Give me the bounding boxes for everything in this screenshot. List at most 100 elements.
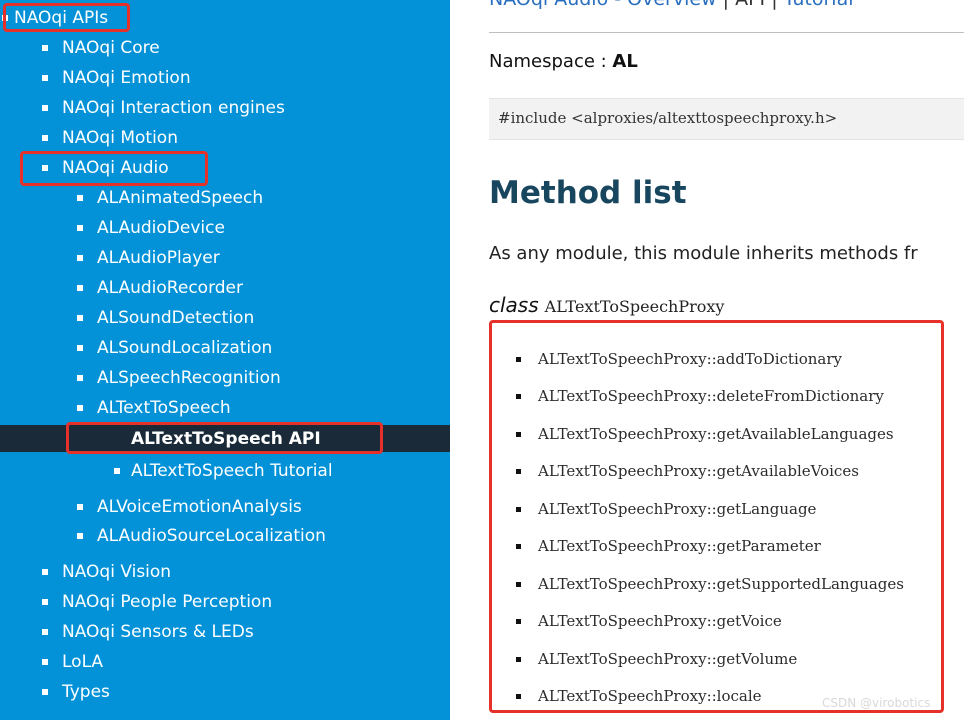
- method-link[interactable]: ALTextToSpeechProxy::getAvailableLanguag…: [516, 424, 894, 444]
- bullet-icon: [42, 659, 48, 665]
- nav-item-naoqi-sensors-leds[interactable]: NAOqi Sensors & LEDs: [42, 621, 254, 643]
- page-title: Method list: [489, 175, 687, 211]
- nav-label: ALAudioSourceLocalization: [97, 526, 326, 546]
- class-signature: class ALTextToSpeechProxy: [489, 293, 724, 317]
- method-link[interactable]: ALTextToSpeechProxy::getLanguage: [516, 499, 816, 519]
- nav-label: NAOqi Vision: [62, 562, 172, 582]
- nav-item-altexttospeech-api[interactable]: ALTextToSpeech API: [131, 428, 321, 450]
- bullet-icon: [516, 619, 521, 624]
- nav-label: ALSoundLocalization: [97, 338, 273, 358]
- separator: |: [717, 0, 735, 10]
- method-label: ALTextToSpeechProxy::getAvailableLanguag…: [538, 425, 894, 443]
- nav-label: ALAudioDevice: [97, 218, 225, 238]
- api-link[interactable]: API: [735, 0, 765, 10]
- nav-label: NAOqi Sensors & LEDs: [62, 622, 254, 642]
- sidebar-nav: NAOqi APIs NAOqi Core NAOqi Emotion NAOq…: [0, 0, 450, 720]
- nav-item-naoqi-core[interactable]: NAOqi Core: [42, 37, 160, 59]
- separator: |: [765, 0, 783, 10]
- nav-label: ALAudioRecorder: [97, 278, 243, 298]
- method-label: ALTextToSpeechProxy::getLanguage: [538, 500, 817, 518]
- nav-item-naoqi-audio[interactable]: NAOqi Audio: [42, 157, 169, 179]
- method-label: ALTextToSpeechProxy::addToDictionary: [538, 350, 843, 368]
- nav-item-alaudioplayer[interactable]: ALAudioPlayer: [77, 247, 220, 269]
- nav-label: NAOqi Emotion: [62, 68, 191, 88]
- bullet-icon: [42, 105, 48, 111]
- nav-item-naoqi-motion[interactable]: NAOqi Motion: [42, 127, 178, 149]
- bullet-icon: [516, 394, 521, 399]
- bullet-icon: [77, 255, 83, 261]
- watermark: CSDN @virobotics: [822, 696, 931, 710]
- bullet-icon: [2, 15, 8, 21]
- nav-label: Types: [62, 682, 110, 702]
- nav-item-alsoundlocalization[interactable]: ALSoundLocalization: [77, 337, 272, 359]
- nav-item-naoqi-people-perception[interactable]: NAOqi People Perception: [42, 591, 272, 613]
- bullet-icon: [42, 629, 48, 635]
- top-links: NAOqi Audio - Overview | API | Tutorial: [489, 0, 854, 10]
- method-link[interactable]: ALTextToSpeechProxy::getParameter: [516, 536, 821, 556]
- bullet-icon: [42, 599, 48, 605]
- namespace-label: Namespace :: [489, 51, 613, 72]
- method-label: ALTextToSpeechProxy::getAvailableVoices: [538, 462, 859, 480]
- method-label: ALTextToSpeechProxy::deleteFromDictionar…: [538, 387, 884, 405]
- bullet-icon: [42, 689, 48, 695]
- bullet-icon: [516, 507, 521, 512]
- bullet-icon: [77, 345, 83, 351]
- nav-label: NAOqi Core: [62, 38, 160, 58]
- nav-item-altexttospeech[interactable]: ALTextToSpeech: [77, 397, 231, 419]
- nav-item-naoqi-apis[interactable]: NAOqi APIs: [0, 7, 108, 29]
- bullet-icon: [114, 468, 120, 474]
- bullet-icon: [77, 315, 83, 321]
- nav-label: NAOqi Motion: [62, 128, 178, 148]
- nav-label: ALVoiceEmotionAnalysis: [97, 497, 302, 517]
- bullet-icon: [77, 225, 83, 231]
- nav-item-naoqi-interaction[interactable]: NAOqi Interaction engines: [42, 97, 285, 119]
- nav-item-alaudiodevice[interactable]: ALAudioDevice: [77, 217, 225, 239]
- nav-item-alaudiorecorder[interactable]: ALAudioRecorder: [77, 277, 243, 299]
- method-label: ALTextToSpeechProxy::getVoice: [538, 612, 782, 630]
- nav-label: ALAnimatedSpeech: [97, 188, 264, 208]
- nav-item-alsounddetection[interactable]: ALSoundDetection: [77, 307, 254, 329]
- bullet-icon: [77, 195, 83, 201]
- divider: [489, 32, 964, 33]
- nav-label: ALSoundDetection: [97, 308, 255, 328]
- tutorial-link[interactable]: Tutorial: [784, 0, 854, 10]
- bullet-icon: [516, 357, 521, 362]
- nav-label: LoLA: [62, 652, 104, 672]
- method-link[interactable]: ALTextToSpeechProxy::getVolume: [516, 649, 797, 669]
- include-code: #include <alproxies/altexttospeechproxy.…: [498, 109, 838, 127]
- class-name: ALTextToSpeechProxy: [544, 297, 725, 316]
- method-link[interactable]: ALTextToSpeechProxy::addToDictionary: [516, 349, 842, 369]
- overview-link[interactable]: NAOqi Audio - Overview: [489, 0, 717, 10]
- nav-item-alvoiceemotionanalysis[interactable]: ALVoiceEmotionAnalysis: [77, 496, 302, 518]
- nav-item-naoqi-vision[interactable]: NAOqi Vision: [42, 561, 171, 583]
- intro-text: As any module, this module inherits meth…: [489, 243, 918, 264]
- bullet-icon: [77, 405, 83, 411]
- method-label: ALTextToSpeechProxy::locale: [538, 687, 762, 705]
- nav-label: ALAudioPlayer: [97, 248, 220, 268]
- nav-item-alspeechrecognition[interactable]: ALSpeechRecognition: [77, 367, 281, 389]
- nav-item-lola[interactable]: LoLA: [42, 651, 103, 673]
- namespace-value: AL: [612, 51, 638, 72]
- nav-item-alanimatedspeech[interactable]: ALAnimatedSpeech: [77, 187, 263, 209]
- method-link[interactable]: ALTextToSpeechProxy::getSupportedLanguag…: [516, 574, 904, 594]
- nav-item-naoqi-emotion[interactable]: NAOqi Emotion: [42, 67, 191, 89]
- bullet-icon: [516, 694, 521, 699]
- method-link[interactable]: ALTextToSpeechProxy::deleteFromDictionar…: [516, 386, 884, 406]
- method-link[interactable]: ALTextToSpeechProxy::locale: [516, 686, 762, 706]
- bullet-icon: [516, 469, 521, 474]
- bullet-icon: [42, 569, 48, 575]
- bullet-icon: [516, 432, 521, 437]
- namespace-line: Namespace : AL: [489, 50, 638, 74]
- nav-item-types[interactable]: Types: [42, 681, 110, 703]
- bullet-icon: [77, 533, 83, 539]
- method-label: ALTextToSpeechProxy::getVolume: [538, 650, 798, 668]
- bullet-icon: [77, 504, 83, 510]
- method-link[interactable]: ALTextToSpeechProxy::getVoice: [516, 611, 782, 631]
- method-link[interactable]: ALTextToSpeechProxy::getAvailableVoices: [516, 461, 859, 481]
- bullet-icon: [77, 375, 83, 381]
- bullet-icon: [77, 285, 83, 291]
- nav-item-altexttospeech-tutorial[interactable]: ALTextToSpeech Tutorial: [114, 460, 333, 482]
- nav-item-alaudiosourcelocalization[interactable]: ALAudioSourceLocalization: [77, 525, 326, 547]
- nav-label: NAOqi Audio: [62, 158, 169, 178]
- bullet-icon: [516, 544, 521, 549]
